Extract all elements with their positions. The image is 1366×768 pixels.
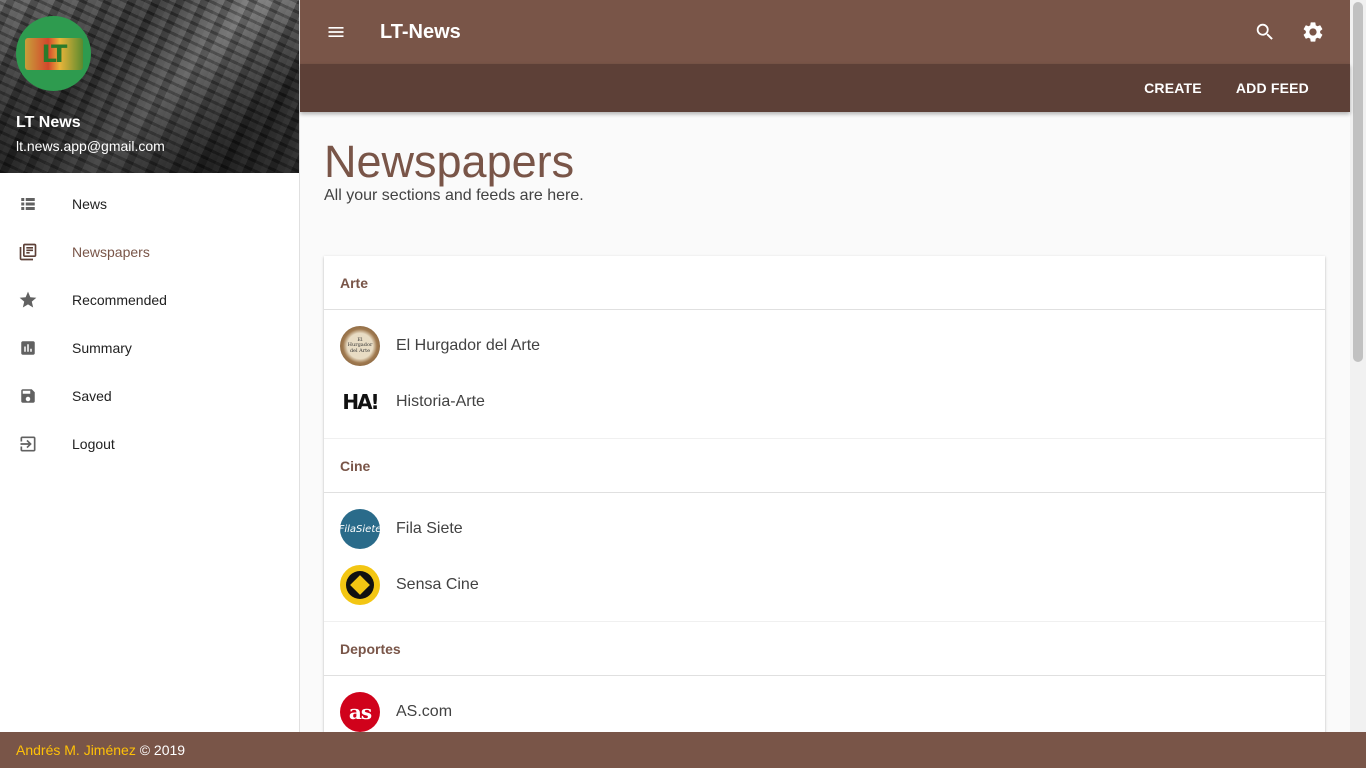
newspaper-icon [18, 242, 38, 262]
feed-item[interactable]: FilaSiete Fila Siete [324, 501, 1325, 557]
feed-name: Sensa Cine [396, 576, 479, 593]
feed-name: El Hurgador del Arte [396, 337, 541, 354]
nav-item-newspapers[interactable]: Newspapers [0, 228, 299, 276]
section-header-arte[interactable]: Arte [324, 256, 1325, 310]
nav-item-label: News [72, 196, 108, 212]
list-icon [18, 194, 38, 214]
nav-item-label: Summary [72, 340, 132, 356]
nav-item-recommended[interactable]: Recommended [0, 276, 299, 324]
user-email: lt.news.app@gmail.com [16, 138, 165, 154]
search-icon[interactable] [1241, 8, 1289, 56]
nav-item-label: Logout [72, 436, 115, 452]
feed-item[interactable]: Sensa Cine [324, 557, 1325, 613]
feed-logo-hurgador: El Hurgador del Arte [340, 326, 380, 366]
save-icon [18, 386, 38, 406]
main-content: Newspapers All your sections and feeds a… [300, 112, 1350, 732]
app-logo-avatar: LT [16, 16, 91, 91]
app-title: LT-News [380, 20, 461, 43]
create-button[interactable]: CREATE [1127, 70, 1219, 106]
menu-icon[interactable] [324, 20, 348, 44]
bar-chart-icon [18, 338, 38, 358]
feed-item[interactable]: El Hurgador del Arte El Hurgador del Arte [324, 318, 1325, 374]
nav-item-logout[interactable]: Logout [0, 420, 299, 468]
feed-logo-fila-siete: FilaSiete [340, 509, 380, 549]
scrollbar-thumb[interactable] [1353, 2, 1363, 362]
drawer-header: LT LT News lt.news.app@gmail.com [0, 0, 299, 173]
settings-icon[interactable] [1289, 8, 1337, 56]
add-feed-button[interactable]: ADD FEED [1219, 70, 1326, 106]
section-feeds-arte: El Hurgador del Arte El Hurgador del Arte … [324, 310, 1325, 439]
app-bar: LT-News [300, 0, 1350, 64]
nav-item-summary[interactable]: Summary [0, 324, 299, 372]
feed-name: Fila Siete [396, 520, 463, 537]
nav-item-news[interactable]: News [0, 180, 299, 228]
feed-item[interactable]: HA! Historia-Arte [324, 374, 1325, 430]
section-header-deportes[interactable]: Deportes [324, 622, 1325, 676]
sections-card: Arte El Hurgador del Arte El Hurgador del … [324, 256, 1325, 732]
user-name: LT News [16, 114, 81, 131]
nav-item-label: Newspapers [72, 244, 150, 260]
nav-item-label: Recommended [72, 292, 167, 308]
page-title: Newspapers [324, 136, 575, 187]
footer: Andrés M. Jiménez © 2019 [0, 732, 1366, 768]
nav-item-saved[interactable]: Saved [0, 372, 299, 420]
feed-name: Historia-Arte [396, 393, 485, 410]
feed-logo-sensa-cine [340, 565, 380, 605]
feed-name: AS.com [396, 703, 453, 720]
footer-copyright: © 2019 [135, 742, 186, 758]
secondary-toolbar: CREATE ADD FEED [300, 64, 1350, 112]
section-feeds-cine: FilaSiete Fila Siete Sensa Cine [324, 493, 1325, 622]
section-feeds-deportes: as AS.com [324, 676, 1325, 732]
nav-item-label: Saved [72, 388, 112, 404]
navigation-drawer: LT LT News lt.news.app@gmail.com News Ne… [0, 0, 300, 732]
star-icon [18, 290, 38, 310]
page-subtitle: All your sections and feeds are here. [324, 187, 584, 204]
section-header-cine[interactable]: Cine [324, 439, 1325, 493]
drawer-nav: News Newspapers Recommended Summary Save… [0, 173, 299, 468]
feed-logo-as: as [340, 692, 380, 732]
feed-item[interactable]: as AS.com [324, 684, 1325, 732]
footer-author: Andrés M. Jiménez [16, 742, 136, 758]
logout-icon [18, 434, 38, 454]
scrollbar[interactable] [1350, 0, 1366, 732]
feed-logo-historia-arte: HA! [342, 390, 379, 414]
